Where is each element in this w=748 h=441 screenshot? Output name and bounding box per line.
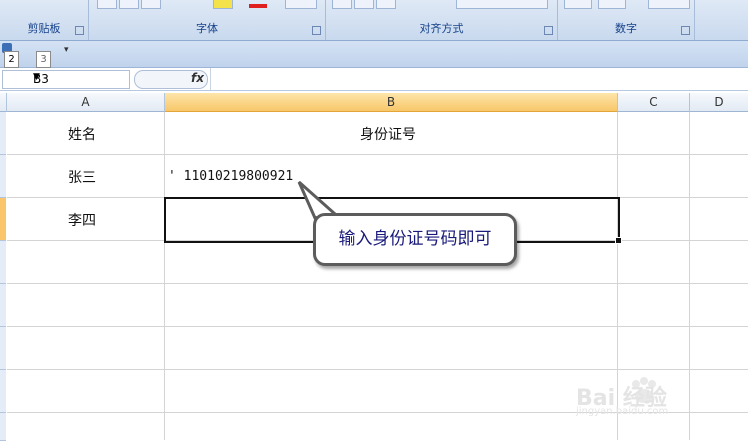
cell-b1[interactable]: 身份证号 bbox=[360, 124, 416, 144]
ribbon: 剪贴板 字体 对齐方式 数字 bbox=[0, 0, 748, 41]
font-group-label: 字体 bbox=[196, 22, 218, 35]
align-left-button[interactable] bbox=[332, 0, 352, 9]
align-center-button[interactable] bbox=[354, 0, 374, 9]
align-right-button[interactable] bbox=[376, 0, 396, 9]
row-header-6[interactable] bbox=[0, 327, 6, 370]
bold-button[interactable] bbox=[97, 0, 117, 9]
keytip-2: 2 bbox=[4, 51, 19, 68]
cell-a2[interactable]: 张三 bbox=[68, 167, 96, 187]
row-header-2[interactable] bbox=[0, 155, 6, 198]
row-header-5[interactable] bbox=[0, 284, 6, 327]
number-group: 数字 bbox=[558, 0, 695, 40]
cell-b2[interactable]: ' 11010219800921 bbox=[168, 169, 293, 184]
clipboard-launcher-icon[interactable] bbox=[75, 26, 84, 35]
formula-input[interactable] bbox=[210, 68, 748, 90]
font-group: 字体 bbox=[89, 0, 326, 40]
quick-access-toolbar: ▾ 2 3 bbox=[0, 41, 748, 68]
watermark-subtext: jingyan.baidu.com bbox=[576, 406, 669, 417]
row-header-8[interactable] bbox=[0, 413, 6, 441]
formula-bar: B3 ▼ fx bbox=[0, 68, 748, 91]
font-color-button[interactable] bbox=[249, 4, 267, 8]
fx-icon[interactable]: fx bbox=[191, 71, 204, 85]
grid-line bbox=[164, 112, 165, 440]
italic-button[interactable] bbox=[119, 0, 139, 9]
row-header-7[interactable] bbox=[0, 370, 6, 413]
clipboard-group: 剪贴板 bbox=[0, 0, 89, 40]
alignment-group-label: 对齐方式 bbox=[419, 22, 464, 35]
baidu-watermark: Bai 经验 jingyan.baidu.com bbox=[576, 372, 716, 420]
fill-color-button[interactable] bbox=[213, 0, 233, 9]
column-header-c[interactable]: C bbox=[618, 93, 690, 112]
merge-center-button[interactable] bbox=[456, 0, 548, 9]
cell-a1[interactable]: 姓名 bbox=[68, 124, 96, 144]
grid-line bbox=[7, 369, 748, 370]
decimal-button[interactable] bbox=[648, 0, 690, 9]
row-header-3[interactable] bbox=[0, 198, 6, 241]
cell-a3[interactable]: 李四 bbox=[68, 210, 96, 230]
alignment-launcher-icon[interactable] bbox=[544, 26, 553, 35]
insert-function-area[interactable]: fx bbox=[134, 70, 208, 89]
name-box[interactable]: B3 ▼ bbox=[2, 70, 130, 89]
row-header-1[interactable] bbox=[0, 112, 6, 155]
percent-button[interactable] bbox=[598, 0, 626, 9]
customize-toolbar-icon[interactable]: ▾ bbox=[64, 45, 69, 55]
select-all-corner[interactable] bbox=[0, 93, 7, 112]
font-launcher-icon[interactable] bbox=[312, 26, 321, 35]
column-header-d[interactable]: D bbox=[690, 93, 748, 112]
row-header-4[interactable] bbox=[0, 241, 6, 284]
keytip-3: 3 bbox=[36, 51, 51, 68]
column-header-b[interactable]: B bbox=[165, 93, 618, 112]
grid-line bbox=[7, 283, 748, 284]
underline-button[interactable] bbox=[141, 0, 161, 9]
number-launcher-icon[interactable] bbox=[681, 26, 690, 35]
callout-box: 输入身份证号码即可 bbox=[313, 213, 517, 266]
currency-button[interactable] bbox=[564, 0, 592, 9]
grid-line bbox=[7, 154, 748, 155]
font-more-button[interactable] bbox=[285, 0, 317, 9]
column-header-a[interactable]: A bbox=[7, 93, 165, 112]
number-group-label: 数字 bbox=[615, 22, 637, 35]
alignment-group: 对齐方式 bbox=[326, 0, 558, 40]
fill-handle[interactable] bbox=[615, 237, 622, 244]
chevron-down-icon[interactable]: ▼ bbox=[33, 72, 127, 82]
grid-line bbox=[7, 326, 748, 327]
callout-text: 输入身份证号码即可 bbox=[338, 229, 492, 249]
